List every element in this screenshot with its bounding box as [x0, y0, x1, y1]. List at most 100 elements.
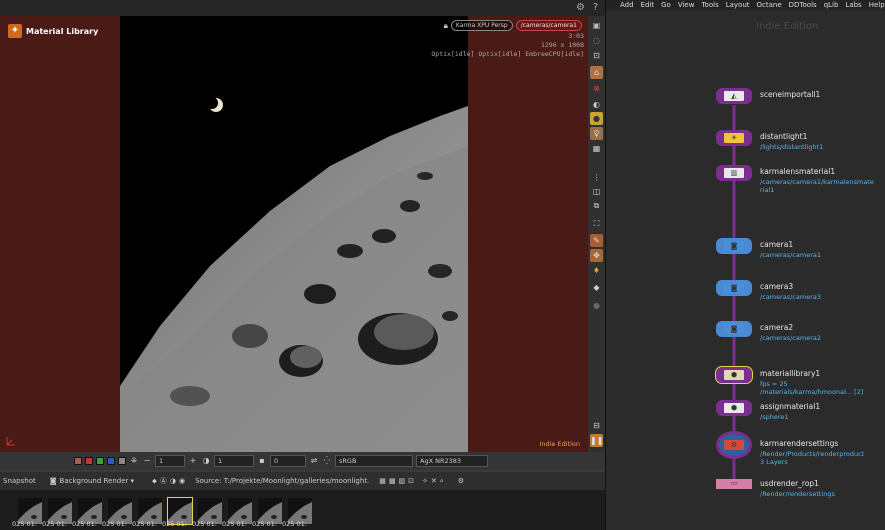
- select-icon[interactable]: ⛶: [590, 217, 603, 230]
- node-type-icon: ⬢: [724, 403, 744, 413]
- node-indicator: ✦ Material Library: [8, 24, 98, 38]
- node-path: /sphere1: [760, 413, 789, 421]
- node-path: /cameras/camera2: [760, 334, 821, 342]
- node-path: /Render/rendersettings: [760, 490, 835, 498]
- handle-icon[interactable]: ✎: [590, 234, 603, 247]
- gear-icon[interactable]: ⚙: [575, 2, 586, 13]
- pose-icon[interactable]: ♦: [590, 264, 603, 277]
- lock-camera-icon[interactable]: ⊡: [590, 49, 603, 62]
- node-type-icon: ◙: [724, 283, 744, 293]
- snapshot-label[interactable]: Snapshot: [3, 477, 36, 485]
- node-name: distantlight1: [760, 132, 808, 141]
- snapshot-thumbnail-label: 025 01:: [192, 520, 217, 528]
- ghost-icon[interactable]: ◌: [590, 34, 603, 47]
- node-path: /cameras/camera1/karmalensmate rial1: [760, 178, 874, 194]
- snapshot-thumbnail-label: 025 01:: [42, 520, 67, 528]
- lut-icon[interactable]: ⇌: [309, 456, 319, 466]
- minus-icon[interactable]: −: [142, 456, 152, 466]
- color-swatch-b-icon[interactable]: [107, 457, 115, 465]
- points-icon[interactable]: ◆: [590, 281, 603, 294]
- snapshot-gallery: 025 01: 025 01: 025 01: 025 01: 025 01: 025 0…: [0, 490, 605, 530]
- background-render-menu[interactable]: Background Render: [60, 477, 129, 485]
- node-type-icon: ⬢: [724, 370, 744, 380]
- network-editor[interactable]: Add Edit Go View Tools Layout Octane DDTools qLi…: [605, 0, 885, 530]
- render-stats: 3:03 1296 x 1008 Optix[idle] Optix[idle]…: [431, 32, 584, 59]
- headlight-icon[interactable]: ●: [590, 112, 603, 125]
- grid-view-large-icon[interactable]: ▩: [389, 477, 396, 485]
- pause-render-icon[interactable]: ❚❚: [590, 434, 603, 447]
- node-name: camera2: [760, 323, 794, 332]
- exposure-field[interactable]: 1: [155, 455, 185, 467]
- transform-icon[interactable]: ✥: [590, 249, 603, 262]
- a-icon[interactable]: Ⓐ: [160, 476, 167, 486]
- tag-icon[interactable]: ⬥: [152, 477, 157, 486]
- clean-icon[interactable]: ✧: [422, 477, 428, 485]
- moon-render-image: [120, 16, 468, 452]
- filter-icon[interactable]: ⚙: [458, 477, 464, 485]
- grid-view-icon[interactable]: ▦: [379, 477, 386, 485]
- render-region-icon[interactable]: ⊟: [590, 419, 603, 432]
- record-icon[interactable]: ●: [590, 299, 603, 312]
- settings-icon[interactable]: ⁛: [322, 456, 332, 466]
- material-library-icon: ✦: [8, 24, 22, 38]
- node-path: fps = 25 /materials/karma/hmoonal... [2]: [760, 380, 864, 396]
- search-icon[interactable]: ⌕: [440, 477, 444, 486]
- contrast-icon[interactable]: ◑: [170, 477, 176, 485]
- renderer-menu[interactable]: Karma XPU Persp: [450, 20, 513, 31]
- fit-icon[interactable]: ⊡: [408, 477, 414, 485]
- stop-icon[interactable]: ⊗: [590, 82, 603, 95]
- grid-view-xl-icon[interactable]: ▧: [399, 477, 406, 485]
- axis-gizmo-icon: [6, 437, 15, 446]
- light-lock-icon[interactable]: ⌂: [590, 66, 603, 79]
- node-name: camera3: [760, 282, 794, 291]
- viewer-top-bar: ⚙ ?: [0, 0, 605, 16]
- camera-icon[interactable]: ◙: [50, 477, 57, 485]
- plus-icon[interactable]: +: [188, 456, 198, 466]
- snapshot-thumbnail-label: 025 01:: [72, 520, 97, 528]
- shading-icon[interactable]: ◐: [590, 98, 603, 111]
- color-swatch-r-icon[interactable]: [85, 457, 93, 465]
- node-indicator-label: Material Library: [26, 26, 99, 36]
- node-type-icon: ◙: [724, 324, 744, 334]
- node-type-icon: ▥: [724, 168, 744, 178]
- node-type-icon: ◙: [724, 241, 744, 251]
- grid-icon[interactable]: ▦: [590, 142, 603, 155]
- node-name: assignmaterial1: [760, 402, 821, 411]
- render-region[interactable]: [120, 16, 468, 452]
- gamma-icon[interactable]: ◑: [201, 456, 211, 466]
- offset-field[interactable]: 0: [270, 455, 306, 467]
- delete-icon[interactable]: ✕: [431, 477, 437, 485]
- node-type-icon: ▭: [724, 479, 744, 487]
- indie-watermark: Indie Edition: [539, 440, 580, 448]
- help-icon[interactable]: ?: [590, 2, 601, 13]
- display-options-icon[interactable]: ▣: [590, 19, 603, 32]
- bulb-icon[interactable]: ♀: [590, 127, 603, 140]
- exposure-icon[interactable]: ◉: [179, 477, 185, 485]
- node-name: materiallibrary1: [760, 369, 821, 378]
- node-name: karmalensmaterial1: [760, 167, 836, 176]
- sampler-icon[interactable]: ⁜: [129, 456, 139, 466]
- display-select[interactable]: AgX NR2383: [416, 455, 488, 467]
- snap-icon[interactable]: ⋮: [590, 171, 603, 184]
- node-path: /Render/Products/renderproduct 3 Layers: [760, 450, 865, 466]
- color-swatch-red[interactable]: [74, 457, 82, 465]
- snapshot-thumbnail-label: 025 01:: [132, 520, 157, 528]
- snapshot-thumbnail-label: 025 01:: [162, 520, 187, 528]
- node-path: /lights/distantlight1: [760, 143, 824, 151]
- gamma-field[interactable]: 1: [214, 455, 254, 467]
- snapshot-thumbnail-label: 025 01:: [222, 520, 247, 528]
- chevron-down-icon[interactable]: ▾: [130, 477, 134, 485]
- colorspace-select[interactable]: sRGB: [335, 455, 413, 467]
- lock-icon[interactable]: 🔒︎: [444, 21, 448, 31]
- color-swatch-a-icon[interactable]: [118, 457, 126, 465]
- viewport[interactable]: ✦ Material Library 🔒︎ Karma XPU Persp /c…: [0, 16, 588, 452]
- snapshot-thumbnail-label: 025 01:: [252, 520, 277, 528]
- split-view-icon[interactable]: ◫: [590, 185, 603, 198]
- copy-icon[interactable]: ⧉: [590, 199, 603, 212]
- viewport-controls: 🔒︎ Karma XPU Persp /cameras/camera1: [444, 20, 582, 31]
- snapshot-thumbnail-label: 025 01:: [102, 520, 127, 528]
- color-swatch-g-icon[interactable]: [96, 457, 104, 465]
- channel-icon[interactable]: ▪: [257, 456, 267, 466]
- node-type-icon: ⚙: [724, 440, 744, 450]
- camera-select[interactable]: /cameras/camera1: [515, 20, 582, 31]
